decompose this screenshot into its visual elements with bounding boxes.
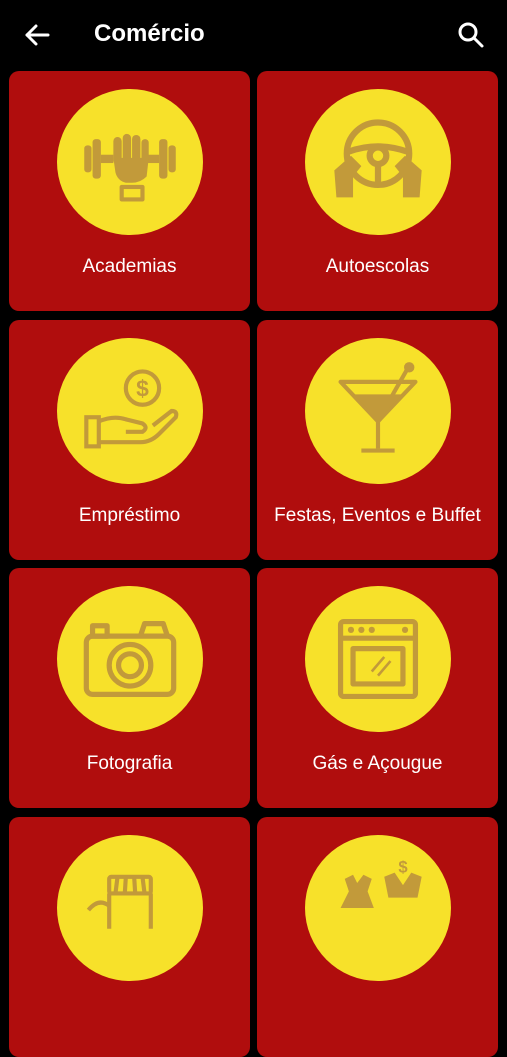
page-title: Comércio (94, 20, 205, 47)
category-card-clothing[interactable]: $ (257, 817, 498, 1057)
category-card-academias[interactable]: Academias (9, 71, 250, 311)
dumbbell-fist-icon (83, 133, 176, 202)
category-grid: Academias Autoescolas $ Empréstimo Festa… (0, 0, 507, 1057)
category-icon-circle (304, 338, 451, 484)
clothing-icon: $ (340, 858, 422, 908)
category-card-gas-acougue[interactable]: Gás e Açougue (257, 568, 498, 808)
category-label: Gás e Açougue (312, 753, 443, 774)
category-label: Festas, Eventos e Buffet (274, 505, 481, 526)
category-icon-circle: $ (304, 835, 451, 981)
category-icon-circle (304, 89, 451, 235)
category-card-fotografia[interactable]: Fotografia (9, 568, 250, 808)
storefront-icon (86, 874, 153, 929)
category-card-autoescolas[interactable]: Autoescolas (257, 71, 498, 311)
steering-wheel-icon (333, 119, 422, 198)
oven-icon (337, 618, 418, 700)
svg-text:$: $ (136, 375, 149, 401)
category-icon-circle (304, 586, 451, 732)
category-label: Autoescolas (325, 256, 430, 277)
camera-icon (83, 621, 176, 697)
category-label: Fotografia (86, 753, 173, 774)
back-button[interactable] (22, 20, 52, 50)
category-icon-circle (56, 835, 203, 981)
cocktail-glass-icon (337, 362, 418, 453)
category-icon-circle (56, 89, 203, 235)
category-card-festas[interactable]: Festas, Eventos e Buffet (257, 320, 498, 560)
category-card-emprestimo[interactable]: $ Empréstimo (9, 320, 250, 560)
category-icon-circle (56, 586, 203, 732)
search-icon (458, 22, 484, 48)
category-label: Academias (82, 256, 177, 277)
svg-text:$: $ (398, 858, 408, 877)
search-button[interactable] (455, 19, 487, 51)
arrow-left-icon (25, 24, 50, 46)
category-icon-circle: $ (56, 338, 203, 484)
category-card-storefront[interactable] (9, 817, 250, 1057)
money-hand-icon: $ (83, 369, 178, 449)
category-label: Empréstimo (78, 505, 181, 526)
top-app-bar: Comércio (0, 0, 507, 68)
